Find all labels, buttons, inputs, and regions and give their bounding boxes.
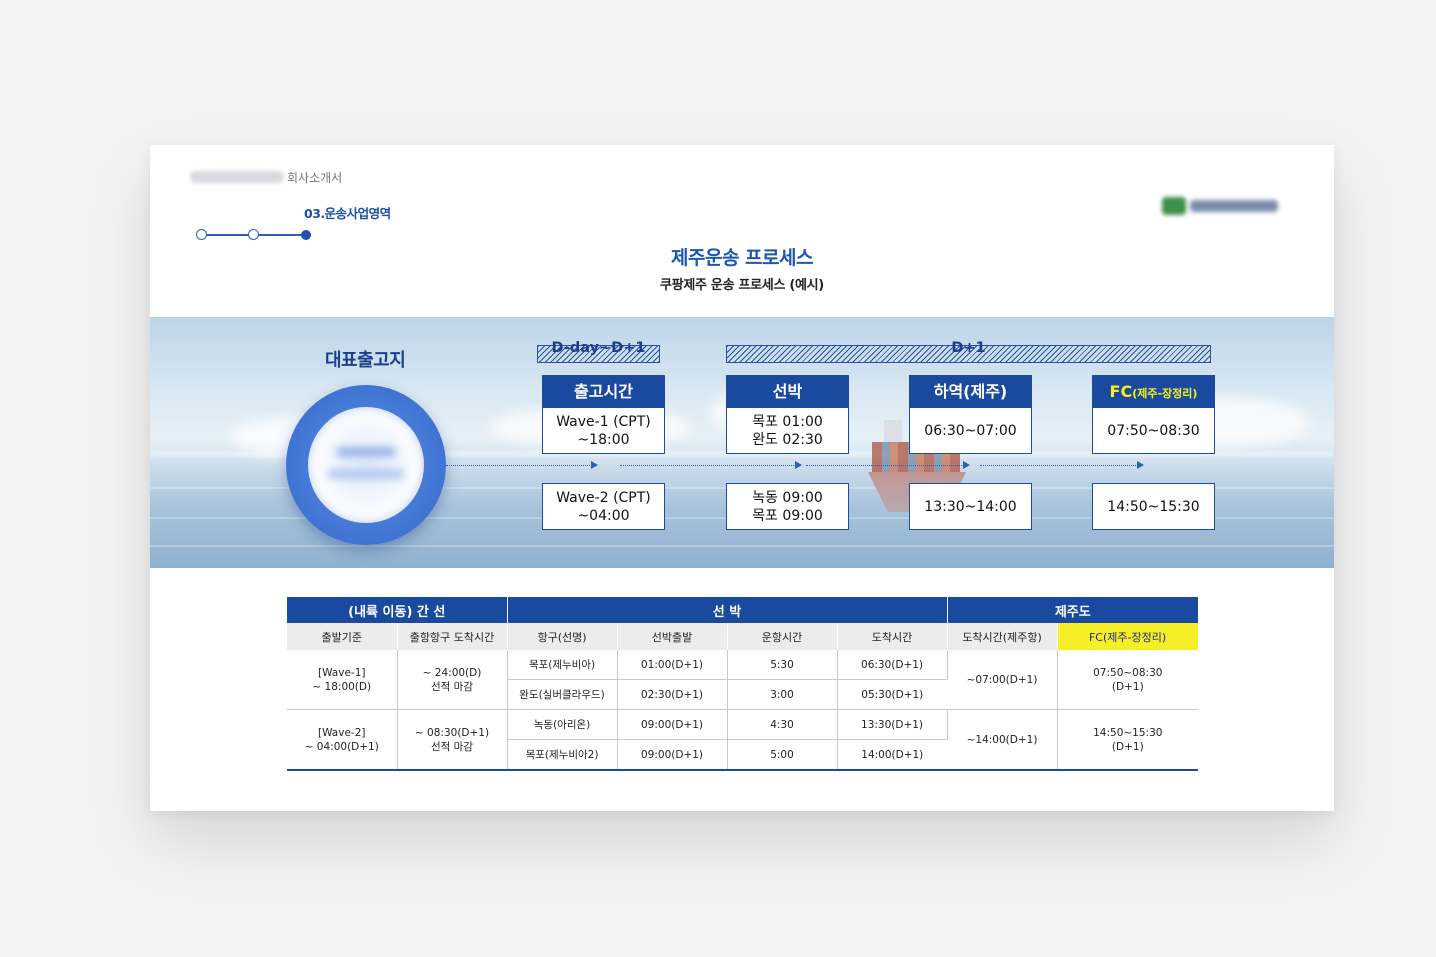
table-cell: 목포(제누비아2) (507, 739, 618, 771)
table-row: [Wave-1] ~ 18:00(D) ~ 24:00(D) 선적 마감 목포(제누… (287, 650, 1199, 710)
table-cell: ~ 08:30(D+1) 선적 마감 (397, 709, 508, 771)
table-cell: 14:50~15:30 (D+1) (1057, 709, 1199, 771)
stage-line: 13:30~14:00 (924, 498, 1017, 515)
stage-title: 하역(제주) (910, 376, 1031, 408)
depot-circle-inner (308, 407, 424, 523)
stage-unloading-wave2: 13:30~14:00 (909, 483, 1032, 530)
column-header: 출발기준 (287, 623, 398, 650)
flow-arrow (806, 461, 970, 469)
table-cell: 07:50~08:30 (D+1) (1057, 650, 1199, 710)
stage-vessel-wave2: 녹동 09:00 목포 09:00 (726, 483, 849, 530)
table-cell: 완도(실버클라우드) (507, 679, 618, 710)
group-header: 제주도 (947, 597, 1199, 623)
doc-title: 회사소개서 (287, 171, 343, 185)
table-cell: 5:30 (727, 650, 838, 680)
sub-title: 쿠팡제주 운송 프로세스 (예시) (660, 278, 824, 293)
table-cell: 06:30(D+1) (837, 650, 948, 680)
table-cell: 녹동(아리온) (507, 709, 618, 740)
stage-line: Wave-1 (CPT) (556, 413, 651, 430)
column-header: 항구(선명) (507, 623, 618, 650)
table-cell: 02:30(D+1) (617, 679, 728, 710)
stage-fc: FC(제주-장정리) 07:50~08:30 (1092, 375, 1215, 454)
stage-title: 선박 (727, 376, 848, 408)
progress-dot-1 (196, 229, 207, 240)
stage-line: ~04:00 (577, 507, 630, 524)
stage-line: 목포 01:00 (752, 413, 823, 430)
table-row: [Wave-2] ~ 04:00(D+1) ~ 08:30(D+1) 선적 마감 녹… (287, 709, 1199, 771)
flow-arrow (620, 461, 802, 469)
stage-line: 07:50~08:30 (1107, 422, 1200, 439)
stage-line: Wave-2 (CPT) (556, 489, 651, 506)
flow-arrow (980, 461, 1144, 469)
stage-vessel: 선박 목포 01:00 완도 02:30 (726, 375, 849, 454)
table-cell: ~07:00(D+1) (947, 650, 1058, 710)
depot-circle (286, 385, 446, 545)
table-cell: 4:30 (727, 709, 838, 740)
table-cell: 5:00 (727, 739, 838, 771)
stage-shipping-time: 출고시간 Wave-1 (CPT) ~18:00 (542, 375, 665, 454)
progress-dot-3 (301, 230, 311, 240)
logo-text (1190, 200, 1278, 212)
period-dday-label: D-day~D+1 (551, 340, 646, 356)
table-cell: 14:00(D+1) (837, 739, 948, 771)
stage-fc-wave2: 14:50~15:30 (1092, 483, 1215, 530)
group-header: 선 박 (507, 597, 948, 623)
stage-line: 녹동 09:00 (752, 489, 823, 506)
stage-line: 완도 02:30 (752, 431, 823, 448)
stage-shipping-time-wave2: Wave-2 (CPT) ~04:00 (542, 483, 665, 530)
stage-title-sub: (제주-장정리) (1132, 387, 1198, 400)
column-header: 출항항구 도착시간 (397, 623, 508, 650)
company-name-blurred (190, 171, 284, 183)
table-cell: [Wave-2] ~ 04:00(D+1) (287, 709, 398, 771)
table-cell: 09:00(D+1) (617, 739, 728, 771)
table-cell: 목포(제누비아) (507, 650, 618, 680)
sea-line (150, 545, 1334, 547)
table-cell: 09:00(D+1) (617, 709, 728, 740)
table-cell: [Wave-1] ~ 18:00(D) (287, 650, 398, 710)
schedule-table: (내륙 이동) 간 선 선 박 제주도 출발기준 출항항구 도착시간 항구(선명… (287, 597, 1199, 771)
stage-line: 06:30~07:00 (924, 422, 1017, 439)
table-cell: 05:30(D+1) (837, 679, 948, 710)
company-logo-blurred (1162, 195, 1282, 217)
process-diagram: 대표출고지 D-day~D+1 D+1 출고시간 Wave-1 (CPT) ~1… (150, 317, 1334, 568)
slide: 회사소개서 03.운송사업영역 제주운송 프로세스 쿠팡제주 운송 프로세스 (… (150, 145, 1334, 811)
table-cell: 3:00 (727, 679, 838, 710)
flow-arrow (446, 461, 598, 469)
period-d1-label: D+1 (951, 340, 986, 356)
stage-line: 14:50~15:30 (1107, 498, 1200, 515)
stage-line: 목포 09:00 (752, 507, 823, 524)
logo-mark (1162, 197, 1186, 215)
period-d1: D+1 (726, 340, 1211, 363)
stage-title-main: FC (1109, 382, 1133, 401)
column-header: 도착시간 (837, 623, 948, 650)
column-header: 운항시간 (727, 623, 838, 650)
stage-line: ~18:00 (577, 431, 630, 448)
column-header: 선박출발 (617, 623, 728, 650)
section-progress (196, 228, 316, 242)
main-title: 제주운송 프로세스 (671, 247, 813, 269)
column-header: 도착시간(제주항) (947, 623, 1058, 650)
section-label: 03.운송사업영역 (304, 206, 391, 221)
progress-dot-2 (248, 229, 259, 240)
stage-title: 출고시간 (543, 376, 664, 408)
table-cell: ~ 24:00(D) 선적 마감 (397, 650, 508, 710)
period-dday: D-day~D+1 (537, 340, 660, 363)
depot-label: 대표출고지 (325, 350, 406, 371)
column-header-highlight: FC(제주-장정리) (1057, 623, 1199, 650)
table-cell: ~14:00(D+1) (947, 709, 1058, 771)
stage-unloading: 하역(제주) 06:30~07:00 (909, 375, 1032, 454)
stage-title: FC(제주-장정리) (1093, 376, 1214, 408)
table-cell: 13:30(D+1) (837, 709, 948, 740)
table-cell: 01:00(D+1) (617, 650, 728, 680)
group-header: (내륙 이동) 간 선 (287, 597, 508, 623)
